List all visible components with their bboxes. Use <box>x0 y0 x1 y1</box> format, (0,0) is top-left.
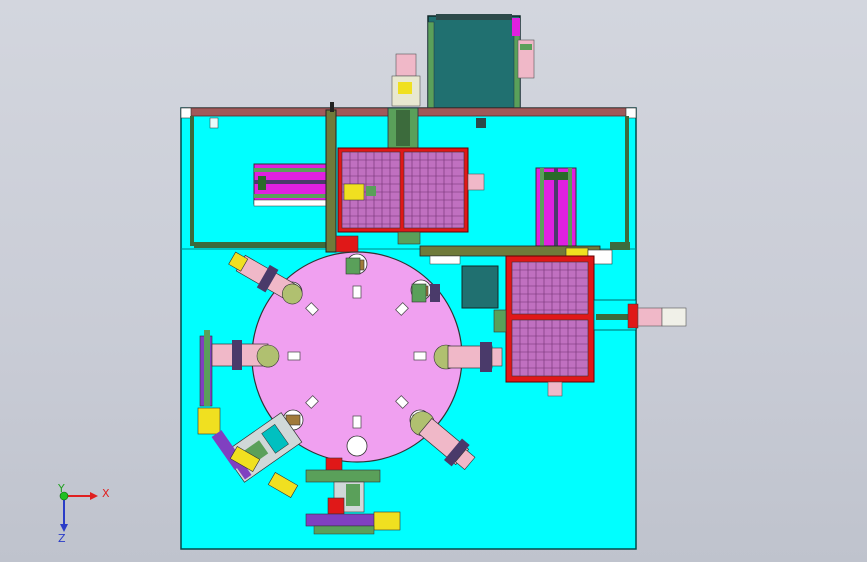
axis-triad: X Y Z <box>57 482 110 545</box>
left-feeder-conveyor <box>253 163 335 207</box>
top-hopper-assembly <box>391 14 535 109</box>
upper-rails <box>387 107 419 149</box>
right-feeder-conveyor <box>535 167 577 247</box>
station-right <box>433 342 503 372</box>
axis-z-label: Z <box>58 532 66 545</box>
vertical-column <box>325 102 337 253</box>
control-block <box>461 265 499 309</box>
right-pusher <box>593 299 687 331</box>
axis-x-label: X <box>102 487 110 500</box>
right-tray <box>493 255 595 397</box>
cad-viewport[interactable]: X Y Z <box>0 0 867 562</box>
axis-y-label: Y <box>57 482 65 495</box>
